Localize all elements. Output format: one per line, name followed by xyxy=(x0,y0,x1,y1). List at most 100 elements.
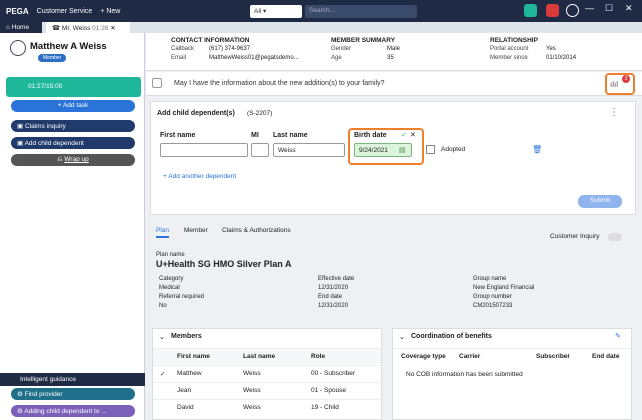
members-collapse-icon[interactable]: ⌄ xyxy=(159,333,165,341)
avatar xyxy=(10,40,26,56)
cob-empty-message: No COB information has been submitted xyxy=(406,371,523,378)
notification-count: 3 xyxy=(622,75,630,83)
wrap-up-button[interactable]: ⎌ Wrap up xyxy=(11,154,135,166)
claims-inquiry-button[interactable]: ▣ Claims inquiry xyxy=(11,120,135,132)
mi-input[interactable] xyxy=(251,143,269,157)
email-label: Email xyxy=(171,55,187,61)
group-field: Group name New England Financial Group num… xyxy=(473,275,534,311)
search-placeholder: Search... xyxy=(309,7,336,14)
add-child-form: Add child dependent(s) (S-2207) ⋮ First … xyxy=(150,101,636,215)
effective-date-label: Effective date xyxy=(318,276,355,282)
add-child-button[interactable]: ▣ Add child dependent xyxy=(11,137,135,149)
row-role: 00 - Subscriber xyxy=(311,370,356,377)
since-label: Member since xyxy=(490,55,528,61)
row-role: 19 - Child xyxy=(311,404,339,411)
wrap-up-label: Wrap up xyxy=(64,156,89,163)
table-row[interactable]: David Weiss 19 - Child xyxy=(153,399,381,415)
cancel-icon[interactable]: ✕ xyxy=(410,131,416,139)
members-header-row: First name Last name Role xyxy=(153,348,381,364)
last-name-input[interactable]: Weiss xyxy=(273,143,345,157)
row-first: Jean xyxy=(177,387,192,394)
tab-home-label: Home xyxy=(11,24,30,31)
close-icon[interactable]: ✕ xyxy=(625,3,633,14)
first-name-label: First name xyxy=(160,132,196,139)
claims-inquiry-label: Claims inquiry xyxy=(24,123,66,130)
gender-label: Gender xyxy=(331,46,352,52)
member-badge: Member xyxy=(38,54,67,62)
email-icon[interactable] xyxy=(524,4,537,17)
plan-details: Plan name U+Health SG HMO Silver Plan A C… xyxy=(150,245,636,315)
new-button[interactable]: + New xyxy=(100,8,120,15)
effective-date-value: 12/31/2020 xyxy=(318,285,349,291)
case-id: (S-2207) xyxy=(247,110,273,117)
last-name-label: Last name xyxy=(273,132,308,139)
tab-claims[interactable]: Claims & Authorizations xyxy=(222,227,291,234)
gender-value: Male xyxy=(387,46,401,52)
row-first: David xyxy=(177,404,194,411)
call-timer-value: 01:27/15:00 xyxy=(28,83,63,90)
group-number-value: CM201507233 xyxy=(473,303,513,309)
table-row[interactable]: ✓ Matthew Weiss 00 - Subscriber xyxy=(153,365,381,381)
find-provider-button[interactable]: ⚙ Find provider xyxy=(11,388,135,400)
confirm-icon[interactable]: ✓ xyxy=(401,131,407,139)
adopted-checkbox[interactable] xyxy=(426,145,435,154)
category-value: Medical xyxy=(159,285,180,291)
members-panel: ⌄ Members First name Last name Role ✓ Ma… xyxy=(152,328,382,420)
col-coverage-type: Coverage type xyxy=(401,353,446,360)
row-last: Weiss xyxy=(243,404,261,411)
add-task-button[interactable]: + Add task xyxy=(11,100,135,112)
delete-icon[interactable]: 🗑 xyxy=(532,145,542,154)
relationship-title: RELATIONSHIP xyxy=(490,37,538,44)
first-name-input[interactable] xyxy=(160,143,248,157)
tab-plan[interactable]: Plan xyxy=(156,227,170,238)
cob-collapse-icon[interactable]: ⌄ xyxy=(399,333,405,341)
contact-title: CONTACT INFORMATION xyxy=(171,37,250,44)
intelligent-guidance-title: Intelligent guidance xyxy=(20,376,77,383)
form-title: Add child dependent(s) xyxy=(157,110,235,117)
group-name-label: Group name xyxy=(473,276,507,282)
row-last: Weiss xyxy=(243,370,261,377)
adopted-label: Adopted xyxy=(441,146,466,153)
user-menu-icon[interactable] xyxy=(566,4,579,17)
intelligent-guidance-header[interactable]: Intelligent guidance xyxy=(0,373,145,386)
age-label: Age xyxy=(331,55,342,61)
calendar-icon[interactable]: ▤ xyxy=(399,146,406,154)
cob-panel: ⌄ Coordination of benefits ✎ Coverage ty… xyxy=(392,328,632,420)
add-another-link[interactable]: + Add another dependent xyxy=(163,173,236,180)
cob-header-row: Coverage type Carrier Subscriber End dat… xyxy=(393,348,631,364)
row-first: Matthew xyxy=(177,370,202,377)
category-field: Category Medical Referral required No xyxy=(159,275,204,311)
adding-child-button[interactable]: ⚙ Adding child dependent to ... xyxy=(11,405,135,417)
search-input[interactable]: Search... xyxy=(305,5,417,18)
end-date-label: End date xyxy=(318,294,343,300)
birth-date-value: 9/24/2021 xyxy=(359,147,388,154)
tab-member[interactable]: Member xyxy=(184,227,208,234)
call-timer[interactable]: 01:27/15:00 xyxy=(6,77,141,97)
col-role: Role xyxy=(311,353,326,360)
portal-value: Yes xyxy=(546,46,556,52)
voice-wave-icon[interactable]: ılıl xyxy=(610,80,618,89)
script-question-bar: May I have the information about the new… xyxy=(146,72,642,96)
minimize-icon[interactable]: — xyxy=(585,3,594,13)
birth-date-label: Birth date xyxy=(354,132,387,139)
tab-case[interactable]: ☎ Mr. Weiss 01:26 ✕ xyxy=(46,22,130,33)
sub-tab-bar: Plan Member Claims & Authorizations Cust… xyxy=(150,227,636,241)
chat-icon[interactable] xyxy=(546,4,559,17)
search-scope-select[interactable]: All ▾ xyxy=(250,5,302,18)
more-options-icon[interactable]: ⋮ xyxy=(609,107,619,118)
submit-button[interactable]: Submit xyxy=(578,195,622,208)
table-row[interactable]: Jean Weiss 01 - Spouse xyxy=(153,382,381,398)
col-end-date: End date xyxy=(592,353,620,360)
customer-inquiry-toggle[interactable] xyxy=(608,233,622,241)
maximize-icon[interactable]: ☐ xyxy=(605,3,613,14)
category-label: Category xyxy=(159,276,184,282)
members-title: Members xyxy=(171,333,202,340)
plan-name-value: U+Health SG HMO Silver Plan A xyxy=(156,259,292,269)
tab-home[interactable]: ⌂ Home xyxy=(0,22,42,33)
cob-title: Coordination of benefits xyxy=(411,333,492,340)
mi-label: MI xyxy=(251,132,259,139)
edit-icon[interactable]: ✎ xyxy=(615,332,621,340)
add-child-label: Add child dependent xyxy=(24,140,84,147)
app-title: Customer Service xyxy=(36,7,93,15)
find-provider-label: Find provider xyxy=(24,391,63,398)
